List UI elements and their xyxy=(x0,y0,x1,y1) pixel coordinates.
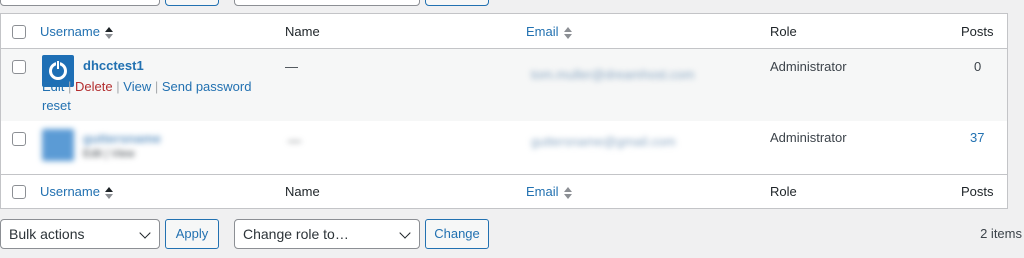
sort-ascending-icon xyxy=(104,26,113,40)
sort-ascending-icon xyxy=(104,186,113,200)
email-cell[interactable]: tom.muller@dreamhost.com xyxy=(531,67,694,82)
table-row: guttersname Edit | View — guttersname@gm… xyxy=(1,121,1007,174)
email-column-header[interactable]: Email xyxy=(526,24,572,40)
email-cell[interactable]: guttersname@gmail.com xyxy=(531,134,676,149)
users-table: Username Name Email Role Posts dhcctest1… xyxy=(0,13,1008,209)
top-change-button[interactable] xyxy=(425,0,489,6)
name-cell: — xyxy=(285,59,298,74)
row-actions: Edit | View xyxy=(83,148,135,160)
avatar xyxy=(42,129,74,161)
chevron-down-icon xyxy=(139,227,151,239)
role-column-footer: Role xyxy=(770,184,797,199)
name-column-header: Name xyxy=(285,24,320,39)
email-header-label[interactable]: Email xyxy=(526,24,559,39)
username-link[interactable]: dhcctest1 xyxy=(83,58,144,73)
delete-link[interactable]: Delete xyxy=(75,79,113,94)
top-apply-button[interactable] xyxy=(165,0,219,6)
bulk-actions-select[interactable]: Bulk actions xyxy=(0,219,160,249)
username-link[interactable]: guttersname xyxy=(83,131,161,146)
chevron-down-icon xyxy=(399,227,411,239)
role-column-header: Role xyxy=(770,24,797,39)
bottom-tablenav: Bulk actions Apply Change role to… Chang… xyxy=(0,219,1024,249)
email-footer-label[interactable]: Email xyxy=(526,184,559,199)
change-button[interactable]: Change xyxy=(425,219,489,249)
name-cell: — xyxy=(288,133,301,148)
row-actions: Edit | Delete | View | Send password res… xyxy=(42,79,252,113)
username-header-label[interactable]: Username xyxy=(40,24,100,39)
name-column-footer: Name xyxy=(285,184,320,199)
top-change-role-select[interactable] xyxy=(234,0,420,6)
username-column-footer[interactable]: Username xyxy=(40,184,113,200)
change-role-label: Change role to… xyxy=(243,226,349,242)
bulk-actions-label: Bulk actions xyxy=(9,226,85,242)
view-link[interactable]: View xyxy=(123,79,151,94)
posts-column-footer: Posts xyxy=(961,184,994,199)
table-header-row: Username Name Email Role Posts xyxy=(1,14,1007,49)
posts-cell: 0 xyxy=(974,59,982,74)
change-role-select[interactable]: Change role to… xyxy=(234,219,420,249)
email-column-footer[interactable]: Email xyxy=(526,184,572,200)
posts-cell[interactable]: 37 xyxy=(970,130,984,145)
row-checkbox[interactable] xyxy=(12,60,26,74)
role-cell: Administrator xyxy=(770,59,847,74)
edit-link[interactable]: Edit xyxy=(42,79,64,94)
username-column-header[interactable]: Username xyxy=(40,24,113,40)
role-cell: Administrator xyxy=(770,130,847,145)
posts-column-header: Posts xyxy=(961,24,994,39)
table-row: dhcctest1 Edit | Delete | View | Send pa… xyxy=(1,49,1007,121)
row-checkbox[interactable] xyxy=(12,132,26,146)
select-all-checkbox[interactable] xyxy=(12,185,26,199)
items-count: 2 items xyxy=(980,226,1022,241)
top-bulk-actions-select[interactable] xyxy=(0,0,160,6)
sort-icon xyxy=(563,26,572,40)
select-all-checkbox[interactable] xyxy=(12,25,26,39)
username-footer-label[interactable]: Username xyxy=(40,184,100,199)
sort-icon xyxy=(563,186,572,200)
apply-button[interactable]: Apply xyxy=(165,219,219,249)
table-footer-row: Username Name Email Role Posts xyxy=(1,174,1007,209)
